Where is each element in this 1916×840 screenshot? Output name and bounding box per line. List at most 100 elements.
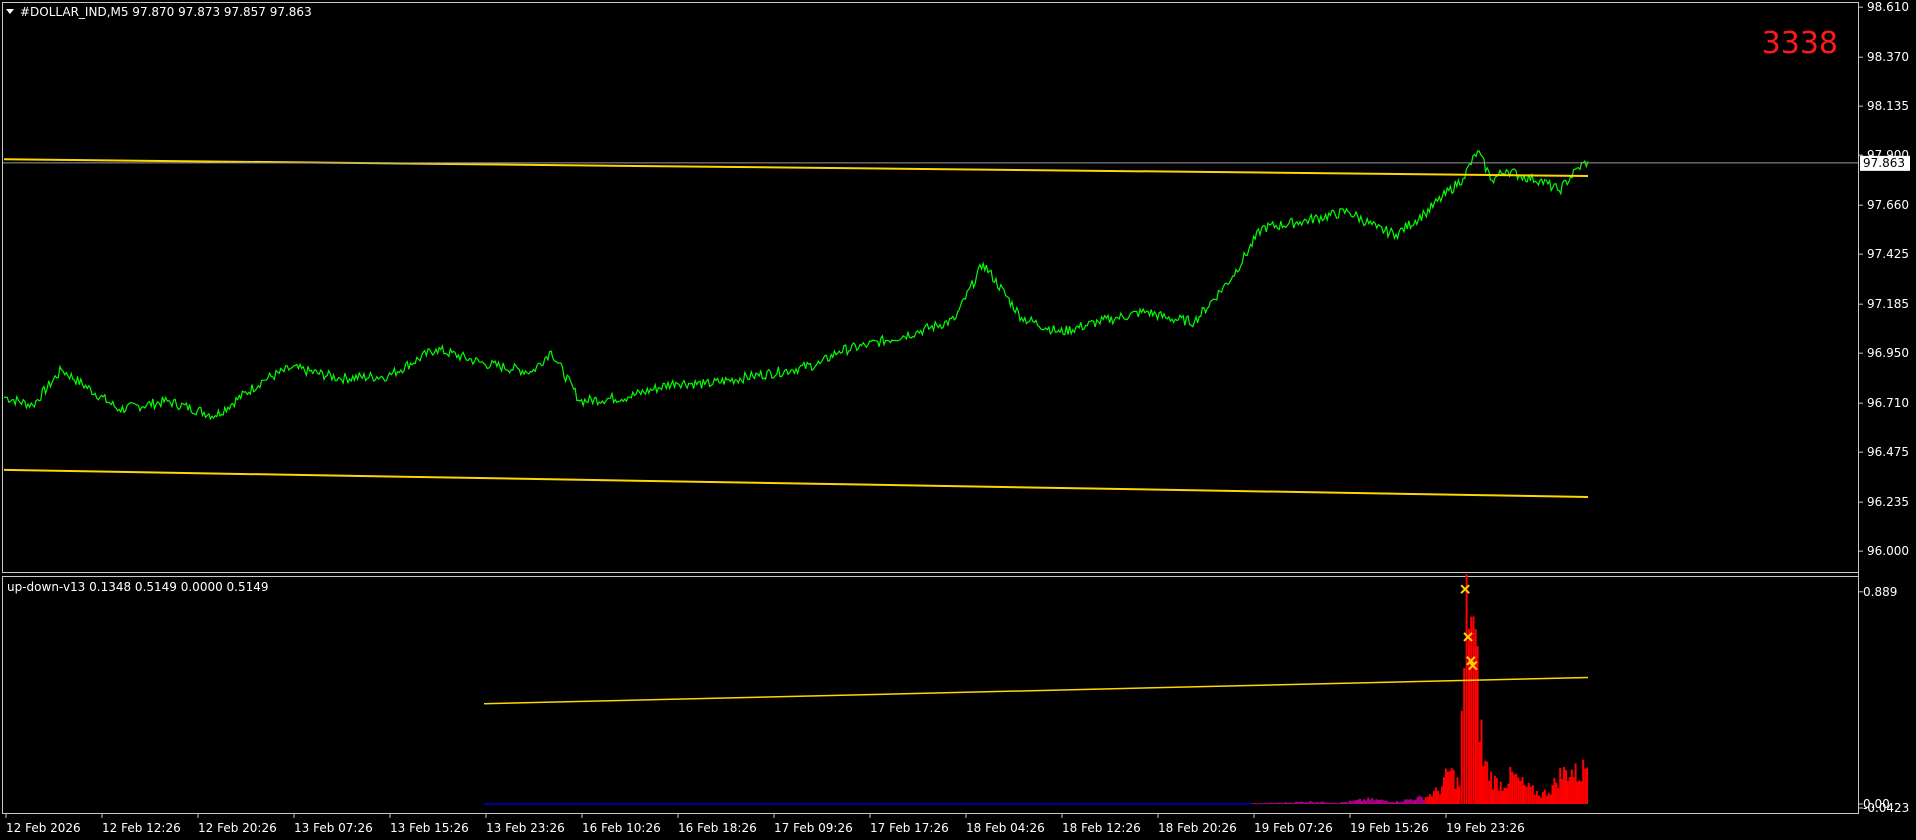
- y-tick-label: -0.0423: [1863, 801, 1909, 815]
- histogram-bar: [1531, 785, 1534, 804]
- histogram-bar: [1402, 801, 1405, 804]
- price-chart-canvas[interactable]: 98.61098.37098.13597.90097.66097.42597.1…: [0, 0, 1916, 840]
- histogram-bar: [1278, 802, 1281, 804]
- histogram-bar: [1565, 770, 1567, 804]
- histogram-bar: [1268, 802, 1271, 804]
- histogram-bar: [1396, 800, 1398, 804]
- histogram-bar: [1584, 768, 1587, 804]
- histogram-bar: [1428, 794, 1431, 804]
- histogram-bar: [1480, 719, 1483, 804]
- histogram-bar: [1476, 646, 1479, 804]
- histogram-bar: [1450, 768, 1453, 804]
- channel-line: [3, 158, 1589, 177]
- x-tick-label: 19 Feb 23:26: [1446, 821, 1525, 835]
- histogram-bar: [1448, 771, 1451, 804]
- histogram-bar: [1493, 775, 1496, 804]
- histogram-bar: [1377, 799, 1380, 804]
- histogram-bar: [1503, 787, 1506, 804]
- histogram-bar: [1309, 801, 1312, 804]
- histogram-bar: [1582, 759, 1585, 804]
- histogram-bar: [1488, 780, 1491, 804]
- histogram-bar: [1580, 781, 1583, 804]
- histogram-bar: [1541, 791, 1544, 804]
- bid-price-label: 97.863: [1863, 156, 1905, 170]
- x-tick-label: 16 Feb 10:26: [582, 821, 661, 835]
- histogram-bar: [1551, 785, 1554, 804]
- histogram-bar: [1260, 802, 1263, 804]
- y-tick-label: 98.610: [1867, 0, 1909, 14]
- histogram-bar: [1486, 761, 1489, 804]
- histogram-bar: [1437, 790, 1440, 804]
- histogram-bar: [1497, 790, 1500, 804]
- histogram-bar: [1561, 778, 1564, 804]
- histogram-bar: [1576, 781, 1579, 804]
- x-tick-label: 17 Feb 09:26: [774, 821, 853, 835]
- histogram-bar: [1505, 788, 1508, 804]
- histogram-bar: [1274, 802, 1277, 804]
- dropdown-triangle-icon[interactable]: [6, 9, 14, 14]
- histogram-bar: [1361, 800, 1363, 804]
- histogram-bar: [1574, 763, 1577, 804]
- indicator-y-axis: 0.8890.00-0.0423: [1858, 585, 1909, 815]
- x-tick-label: 13 Feb 15:26: [390, 821, 469, 835]
- histogram-bar: [1540, 797, 1542, 804]
- histogram-bar: [1301, 801, 1304, 804]
- histogram-bar: [1545, 795, 1548, 804]
- histogram-bar: [1553, 778, 1556, 804]
- y-tick-label: 97.185: [1867, 297, 1909, 311]
- histogram-bar: [1359, 798, 1361, 804]
- x-tick-label: 13 Feb 07:26: [294, 821, 373, 835]
- histogram-bar: [1460, 710, 1463, 804]
- histogram-bar: [1521, 777, 1524, 804]
- histogram-bar: [1317, 802, 1320, 804]
- histogram-bar: [1458, 786, 1461, 804]
- histogram-bar: [1383, 800, 1386, 804]
- histogram-bar: [1266, 803, 1269, 805]
- histogram-bar: [1336, 803, 1339, 805]
- histogram-bar: [1332, 802, 1335, 804]
- histogram-bar: [1287, 802, 1289, 804]
- histogram-bar: [1412, 800, 1415, 804]
- histogram-bar: [1431, 796, 1433, 804]
- histogram-bar: [1445, 768, 1447, 804]
- histogram-bar: [1482, 766, 1485, 804]
- histogram-bar: [1433, 790, 1435, 804]
- histogram-bar: [1381, 799, 1384, 804]
- histogram-bar: [1446, 771, 1449, 804]
- histogram-bar: [1326, 802, 1329, 804]
- histogram-bar: [1270, 802, 1273, 804]
- histogram-bar: [1282, 803, 1285, 805]
- histogram-bar: [1463, 667, 1466, 804]
- histogram-bar: [1252, 803, 1254, 805]
- histogram-bar: [1507, 783, 1510, 804]
- histogram-bar: [1424, 797, 1427, 804]
- histogram-bar: [1256, 803, 1259, 805]
- histogram-bar: [1439, 794, 1442, 804]
- histogram-bar: [1501, 790, 1504, 804]
- histogram-bar: [1468, 628, 1470, 804]
- histogram-bar: [1293, 802, 1296, 804]
- x-tick-label: 19 Feb 07:26: [1254, 821, 1333, 835]
- x-tick-label: 12 Feb 2026: [6, 821, 81, 835]
- main-pane-frame: [2, 2, 1859, 573]
- histogram-bar: [1303, 802, 1306, 804]
- histogram-bar: [1472, 616, 1475, 804]
- x-tick-label: 12 Feb 12:26: [102, 821, 181, 835]
- y-tick-label: 97.660: [1867, 198, 1909, 212]
- histogram-bar: [1547, 792, 1550, 804]
- histogram-bar: [1342, 802, 1345, 804]
- histogram-bar: [1291, 803, 1294, 804]
- x-tick-label: 19 Feb 15:26: [1350, 821, 1429, 835]
- y-tick-label: 98.135: [1867, 99, 1909, 113]
- price-line: [1463, 150, 1589, 196]
- main-series-group: [3, 150, 1589, 498]
- histogram-bar: [1566, 781, 1569, 804]
- histogram-bar: [1365, 800, 1368, 804]
- histogram-bar: [1334, 802, 1337, 804]
- histogram-bar: [1307, 802, 1310, 804]
- histogram-bar: [1319, 802, 1322, 804]
- chart-window: 98.610 98.370 98.135 97.900 97.660 97.425 97.1…: [0, 0, 1916, 840]
- histogram-bar: [1305, 802, 1308, 804]
- y-tick-label: 97.425: [1867, 247, 1909, 261]
- indicator-pane-frame: [2, 576, 1859, 814]
